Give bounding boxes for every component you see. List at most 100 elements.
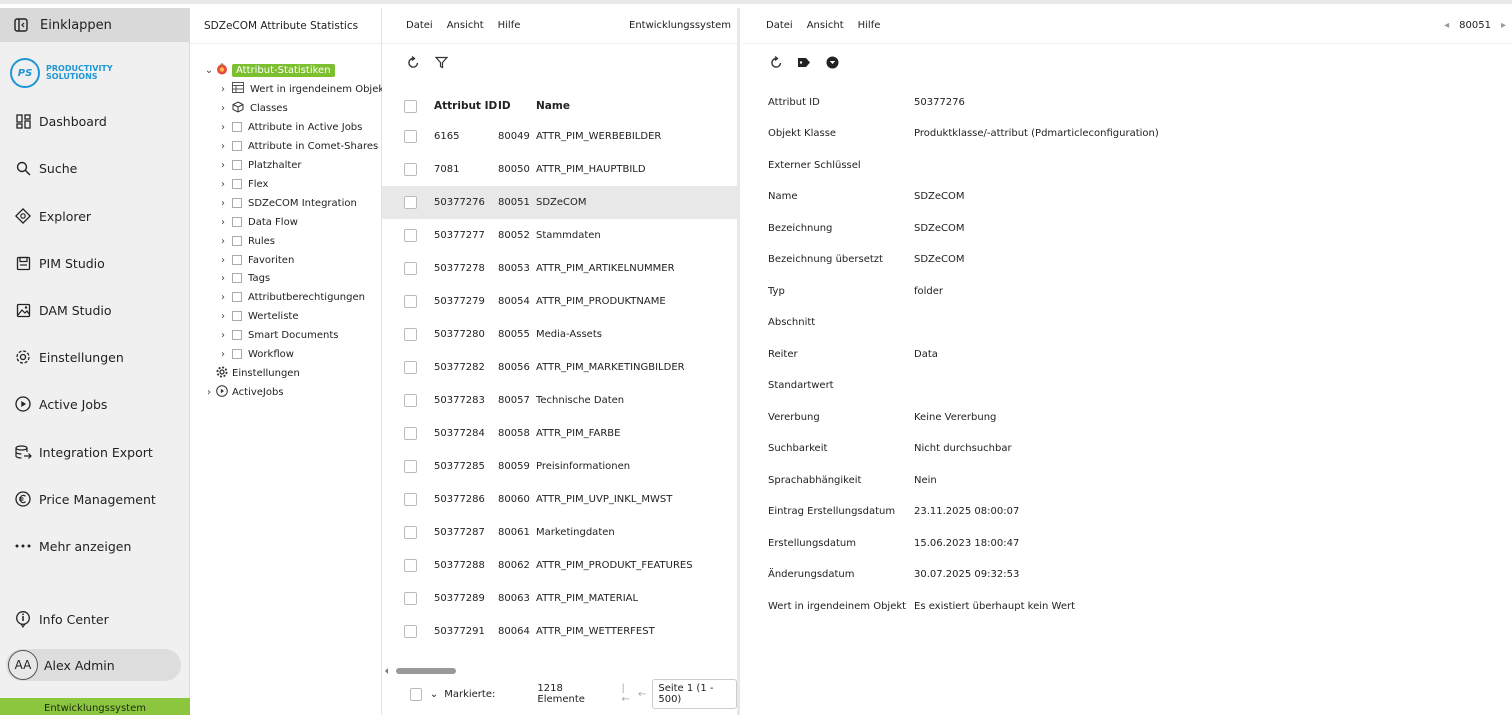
nav-item-dashboard[interactable]: Dashboard <box>0 106 189 136</box>
tree-item[interactable]: › Attributberechtigungen <box>218 289 365 305</box>
row-checkbox[interactable] <box>404 361 417 374</box>
menu-view[interactable]: Ansicht <box>447 20 484 31</box>
dropdown-circle-icon[interactable] <box>821 51 843 73</box>
tree-root[interactable]: ⌄ Attribut-Statistiken <box>204 62 335 78</box>
chevron-right-icon[interactable]: › <box>218 217 228 228</box>
select-all-checkbox[interactable] <box>404 99 417 113</box>
chevron-right-icon[interactable]: › <box>218 84 228 95</box>
nav-item-explorer[interactable]: Explorer <box>0 201 189 231</box>
field-value[interactable]: Produktklasse/-attribut (Pdmarticleconfi… <box>914 128 1159 139</box>
field-value[interactable]: SDZeCOM <box>914 254 965 265</box>
chevron-right-icon[interactable]: › <box>218 141 228 152</box>
row-checkbox[interactable] <box>404 427 417 440</box>
user-menu[interactable]: AA Alex Admin <box>6 649 181 681</box>
refresh-icon[interactable] <box>765 51 787 73</box>
field-value[interactable]: 30.07.2025 09:32:53 <box>914 569 1019 580</box>
column-header-name[interactable]: Name <box>536 100 570 112</box>
chevron-right-icon[interactable]: › <box>218 122 228 133</box>
table-row[interactable]: 50377283 80057 Technische Daten <box>382 384 737 417</box>
row-checkbox[interactable] <box>404 625 417 638</box>
chevron-right-icon[interactable]: › <box>218 349 228 360</box>
chevron-right-icon[interactable]: › <box>218 160 228 171</box>
row-checkbox[interactable] <box>404 526 417 539</box>
tree-item[interactable]: › Classes <box>218 100 288 116</box>
row-checkbox[interactable] <box>404 493 417 506</box>
table-row[interactable]: 50377277 80052 Stammdaten <box>382 219 737 252</box>
column-header-attribut-id[interactable]: Attribut ID <box>434 100 498 112</box>
tree-item[interactable]: › Attribute in Comet-Shares <box>218 138 378 154</box>
nav-item-info-center[interactable]: Info Center <box>0 604 189 634</box>
table-row[interactable]: 50377286 80060 ATTR_PIM_UVP_INKL_MWST <box>382 483 737 516</box>
field-value[interactable]: 50377276 <box>914 97 965 108</box>
row-checkbox[interactable] <box>404 163 417 176</box>
row-checkbox[interactable] <box>404 196 417 209</box>
field-value[interactable]: Es existiert überhaupt kein Wert <box>914 601 1075 612</box>
collapse-button[interactable]: Einklappen <box>0 8 189 42</box>
first-page-icon[interactable]: |← <box>621 683 632 705</box>
field-value[interactable]: folder <box>914 286 943 297</box>
marked-checkbox[interactable] <box>410 687 422 701</box>
tree-item-active-jobs[interactable]: › ActiveJobs <box>204 384 284 400</box>
chevron-right-icon[interactable]: › <box>204 387 214 398</box>
chevron-right-icon[interactable]: › <box>218 255 228 266</box>
field-value[interactable]: Keine Vererbung <box>914 412 996 423</box>
next-record-icon[interactable]: ▸ <box>1501 20 1506 31</box>
tag-icon[interactable] <box>793 51 815 73</box>
previous-page-icon[interactable]: ← <box>638 689 646 700</box>
nav-item-integration-export[interactable]: Integration Export <box>0 437 189 467</box>
filter-icon[interactable] <box>430 51 452 73</box>
table-row[interactable]: 7081 80050 ATTR_PIM_HAUPTBILD <box>382 153 737 186</box>
table-row[interactable]: 50377282 80056 ATTR_PIM_MARKETINGBILDER <box>382 351 737 384</box>
chevron-down-icon[interactable]: ⌄ <box>204 65 214 76</box>
nav-item-active-jobs[interactable]: Active Jobs <box>0 389 189 419</box>
menu-file[interactable]: Datei <box>406 20 433 31</box>
tree-item[interactable]: › Data Flow <box>218 214 298 230</box>
menu-help[interactable]: Hilfe <box>498 20 521 31</box>
tree-item[interactable]: › Smart Documents <box>218 327 338 343</box>
field-value[interactable]: Nicht durchsuchbar <box>914 443 1012 454</box>
row-checkbox[interactable] <box>404 592 417 605</box>
table-row[interactable]: 50377289 80063 ATTR_PIM_MATERIAL <box>382 582 737 615</box>
row-checkbox[interactable] <box>404 229 417 242</box>
chevron-down-icon[interactable]: ⌄ <box>430 689 438 700</box>
field-value[interactable]: Nein <box>914 475 937 486</box>
tree-item[interactable]: › Flex <box>218 176 268 192</box>
row-checkbox[interactable] <box>404 130 417 143</box>
nav-item-settings[interactable]: Einstellungen <box>0 342 189 372</box>
table-row[interactable]: 50377278 80053 ATTR_PIM_ARTIKELNUMMER <box>382 252 737 285</box>
field-value[interactable]: Data <box>914 349 938 360</box>
table-row[interactable]: 50377287 80061 Marketingdaten <box>382 516 737 549</box>
tree-item[interactable]: › Attribute in Active Jobs <box>218 119 362 135</box>
tree-item[interactable]: › Rules <box>218 233 275 249</box>
table-row[interactable]: 50377285 80059 Preisinformationen <box>382 450 737 483</box>
table-row[interactable]: 6165 80049 ATTR_PIM_WERBEBILDER <box>382 120 737 153</box>
chevron-right-icon[interactable]: › <box>218 311 228 322</box>
previous-record-icon[interactable]: ◂ <box>1444 20 1449 31</box>
table-row[interactable]: 50377276 80051 SDZeCOM <box>382 186 737 219</box>
field-value[interactable]: 23.11.2025 08:00:07 <box>914 506 1019 517</box>
field-value[interactable]: 15.06.2023 18:00:47 <box>914 538 1019 549</box>
row-checkbox[interactable] <box>404 559 417 572</box>
table-row[interactable]: 50377291 80064 ATTR_PIM_WETTERFEST <box>382 615 737 648</box>
nav-item-search[interactable]: Suche <box>0 153 189 183</box>
chevron-right-icon[interactable]: › <box>218 103 228 114</box>
field-value[interactable]: SDZeCOM <box>914 191 965 202</box>
tree-item[interactable]: › SDZeCOM Integration <box>218 195 357 211</box>
row-checkbox[interactable] <box>404 460 417 473</box>
tree-item[interactable]: › Werteliste <box>218 308 298 324</box>
row-checkbox[interactable] <box>404 262 417 275</box>
row-checkbox[interactable] <box>404 328 417 341</box>
page-selector[interactable]: Seite 1 (1 - 500) <box>652 679 737 709</box>
nav-item-price-management[interactable]: Price Management <box>0 484 189 514</box>
row-checkbox[interactable] <box>404 394 417 407</box>
table-row[interactable]: 50377279 80054 ATTR_PIM_PRODUKTNAME <box>382 285 737 318</box>
nav-item-more[interactable]: Mehr anzeigen <box>0 531 189 561</box>
chevron-right-icon[interactable]: › <box>218 273 228 284</box>
table-row[interactable]: 50377288 80062 ATTR_PIM_PRODUKT_FEATURES <box>382 549 737 582</box>
tree-item[interactable]: › Favoriten <box>218 252 294 268</box>
tree-item-settings[interactable]: Einstellungen <box>216 365 300 381</box>
nav-item-dam-studio[interactable]: DAM Studio <box>0 295 189 325</box>
chevron-right-icon[interactable]: › <box>218 198 228 209</box>
table-row[interactable]: 50377284 80058 ATTR_PIM_FARBE <box>382 417 737 450</box>
table-row[interactable]: 50377280 80055 Media-Assets <box>382 318 737 351</box>
